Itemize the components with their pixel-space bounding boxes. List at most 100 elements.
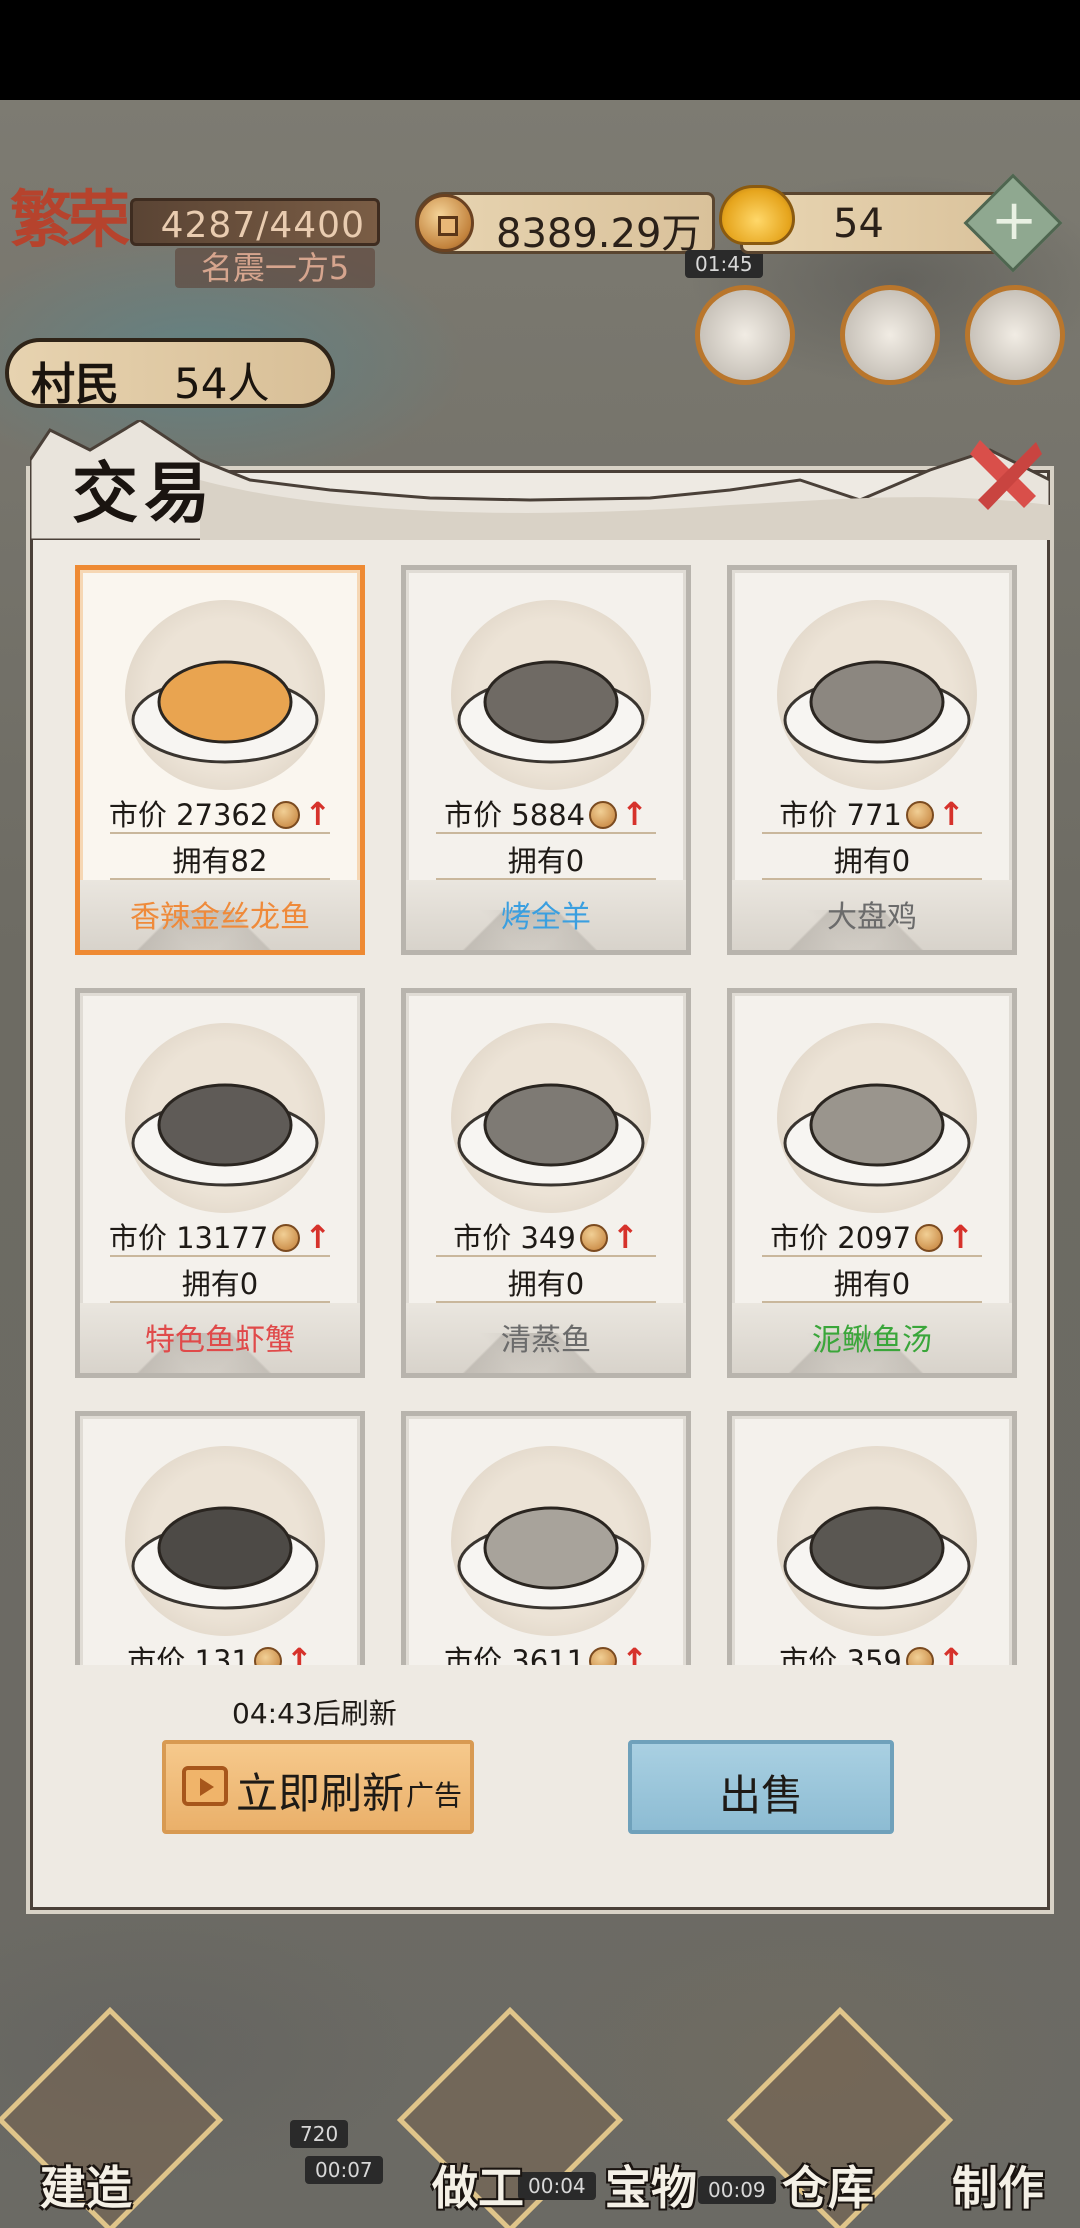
dialog-title: 交易 [72, 454, 216, 532]
plus-icon: + [990, 188, 1038, 254]
price-up-arrow-icon: ↑ [304, 1218, 332, 1256]
nav-work[interactable]: 做工 [432, 2152, 524, 2218]
villager-panel[interactable]: 村民 54人 [5, 338, 335, 410]
market-price-value: 13177 [176, 1221, 269, 1255]
dish-name-band: 特色鱼虾蟹 [80, 1303, 360, 1373]
market-price: 市价 3611 ↑ [406, 1638, 686, 1665]
market-price-label: 市价 [444, 798, 512, 832]
dish-name-band: 清蒸鱼 [406, 1303, 686, 1373]
coin-icon [905, 1647, 934, 1665]
price-up-arrow-icon: ↑ [304, 795, 332, 833]
price-up-arrow-icon: ↑ [621, 1641, 648, 1665]
coin-icon [272, 1224, 301, 1252]
price-up-arrow-icon: ↑ [937, 795, 965, 833]
dish-name-band: 泥鳅鱼汤 [732, 1303, 1012, 1373]
goods-card[interactable]: 市价 771 ↑ 拥有0 大盘鸡 [727, 565, 1017, 955]
coins-value: 8389.29万 [496, 211, 702, 257]
nav-timer-d: 00:09 [698, 2176, 776, 2204]
market-price: 市价 771 ↑ [732, 792, 1012, 834]
market-price-value: 3611 [511, 1644, 586, 1665]
goods-card[interactable]: 市价 2097 ↑ 拥有0 泥鳅鱼汤 [727, 988, 1017, 1378]
market-price: 市价 131 ↑ [80, 1638, 360, 1665]
nav-timer-b: 00:07 [305, 2156, 383, 2184]
market-price-value: 2097 [837, 1221, 912, 1255]
coin-icon [905, 801, 934, 829]
market-price-label: 市价 [779, 798, 847, 832]
nav-treasure[interactable]: 宝物 [605, 2152, 697, 2218]
close-icon[interactable] [966, 432, 1050, 516]
sell-label: 出售 [718, 1771, 803, 1820]
prosperity-bar: 4287/4400 [130, 198, 380, 246]
dish-name: 烤全羊 [501, 900, 591, 935]
goods-card[interactable]: 市价 3611↑拥有0 [401, 1411, 691, 1665]
owned-count: 拥有0 [833, 844, 911, 878]
price-up-arrow-icon: ↑ [611, 1218, 639, 1256]
goods-card[interactable]: 市价 5884 ↑ 拥有0 烤全羊 [401, 565, 691, 955]
coin-icon [589, 801, 618, 829]
goods-card[interactable]: 市价 131↑拥有0 [75, 1411, 365, 1665]
market-price-label: 市价 [127, 1644, 195, 1665]
coins-panel[interactable]: 8389.29万 [415, 192, 715, 257]
gold-value: 54 [833, 201, 884, 247]
prosperity-rank: 名震一方5 [175, 248, 375, 288]
price-up-arrow-icon: ↑ [937, 1641, 965, 1665]
goods-card[interactable]: 市价 349 ↑ 拥有0 清蒸鱼 [401, 988, 691, 1378]
price-up-arrow-icon: ↑ [947, 1218, 974, 1256]
prosperity-label: 繁荣 [10, 183, 130, 256]
status-bar [0, 0, 1080, 100]
scroll-button[interactable] [840, 285, 940, 385]
copper-coin-icon [416, 194, 474, 252]
dish-name: 特色鱼虾蟹 [145, 1323, 295, 1358]
dish-name-band: 烤全羊 [406, 880, 686, 950]
villager-count: 54人 [174, 359, 270, 408]
dish-name-band: 大盘鸡 [732, 880, 1012, 950]
goods-grid[interactable]: 市价 27362 ↑ 拥有82 香辣金丝龙鱼 市价 5884 ↑ 拥有0 烤全羊 市价 771 ↑… [75, 565, 1035, 1665]
divider [110, 1255, 330, 1257]
nav-build[interactable]: 建造 [40, 2152, 132, 2218]
ad-label: 广告 [406, 1779, 463, 1812]
market-price: 市价 27362 ↑ [80, 792, 360, 834]
coins-timer: 01:45 [685, 250, 763, 278]
dish-image-icon [783, 1083, 971, 1187]
prosperity-panel[interactable]: 繁荣 4287/4400 名震一方5 [0, 183, 385, 300]
goods-card[interactable]: 市价 13177 ↑ 拥有0 特色鱼虾蟹 [75, 988, 365, 1378]
market-price-label: 市价 [108, 798, 177, 832]
dish-name: 香辣金丝龙鱼 [130, 900, 310, 935]
avatar-button[interactable] [695, 285, 795, 385]
market-price-value: 771 [846, 798, 902, 832]
dish-image-icon [457, 1083, 645, 1187]
video-ad-icon [182, 1766, 228, 1806]
refresh-now-label: 立即刷新 [236, 1769, 405, 1818]
market-price: 市价 359 ↑ [732, 1638, 1012, 1665]
divider [762, 1255, 982, 1257]
owned-count: 拥有0 [181, 1267, 259, 1301]
market-price-label: 市价 [779, 1644, 847, 1665]
market-price: 市价 13177 ↑ [80, 1215, 360, 1257]
settings-gear-button[interactable] [965, 285, 1065, 385]
sell-button[interactable]: 出售 [628, 1740, 894, 1834]
market-price-value: 349 [520, 1221, 576, 1255]
market-price: 市价 5884 ↑ [406, 792, 686, 834]
refresh-now-button[interactable]: 立即刷新 广告 [162, 1740, 474, 1834]
owned-count: 拥有0 [507, 1267, 585, 1301]
market-price-value: 359 [846, 1644, 902, 1665]
market-price: 市价 2097 ↑ [732, 1215, 1012, 1257]
goods-card[interactable]: 市价 27362 ↑ 拥有82 香辣金丝龙鱼 [75, 565, 365, 955]
coin-icon [253, 1647, 282, 1665]
dish-image-icon [131, 1083, 319, 1187]
owned-count: 拥有82 [172, 844, 268, 878]
market-price-value: 131 [194, 1644, 250, 1665]
nav-timer-c: 00:04 [518, 2172, 596, 2200]
nav-warehouse[interactable]: 仓库 [782, 2152, 874, 2218]
dish-image-icon [783, 660, 971, 764]
gold-ingot-icon [719, 185, 795, 245]
dish-name-band: 香辣金丝龙鱼 [80, 880, 360, 950]
nav-timer-a: 720 [290, 2120, 349, 2148]
divider [436, 1255, 656, 1257]
goods-card[interactable]: 市价 359↑拥有0 [727, 1411, 1017, 1665]
divider [436, 832, 656, 834]
dish-name: 清蒸鱼 [501, 1323, 591, 1358]
owned-count: 拥有0 [507, 844, 585, 878]
price-up-arrow-icon: ↑ [285, 1641, 313, 1665]
nav-craft[interactable]: 制作 [952, 2152, 1044, 2218]
